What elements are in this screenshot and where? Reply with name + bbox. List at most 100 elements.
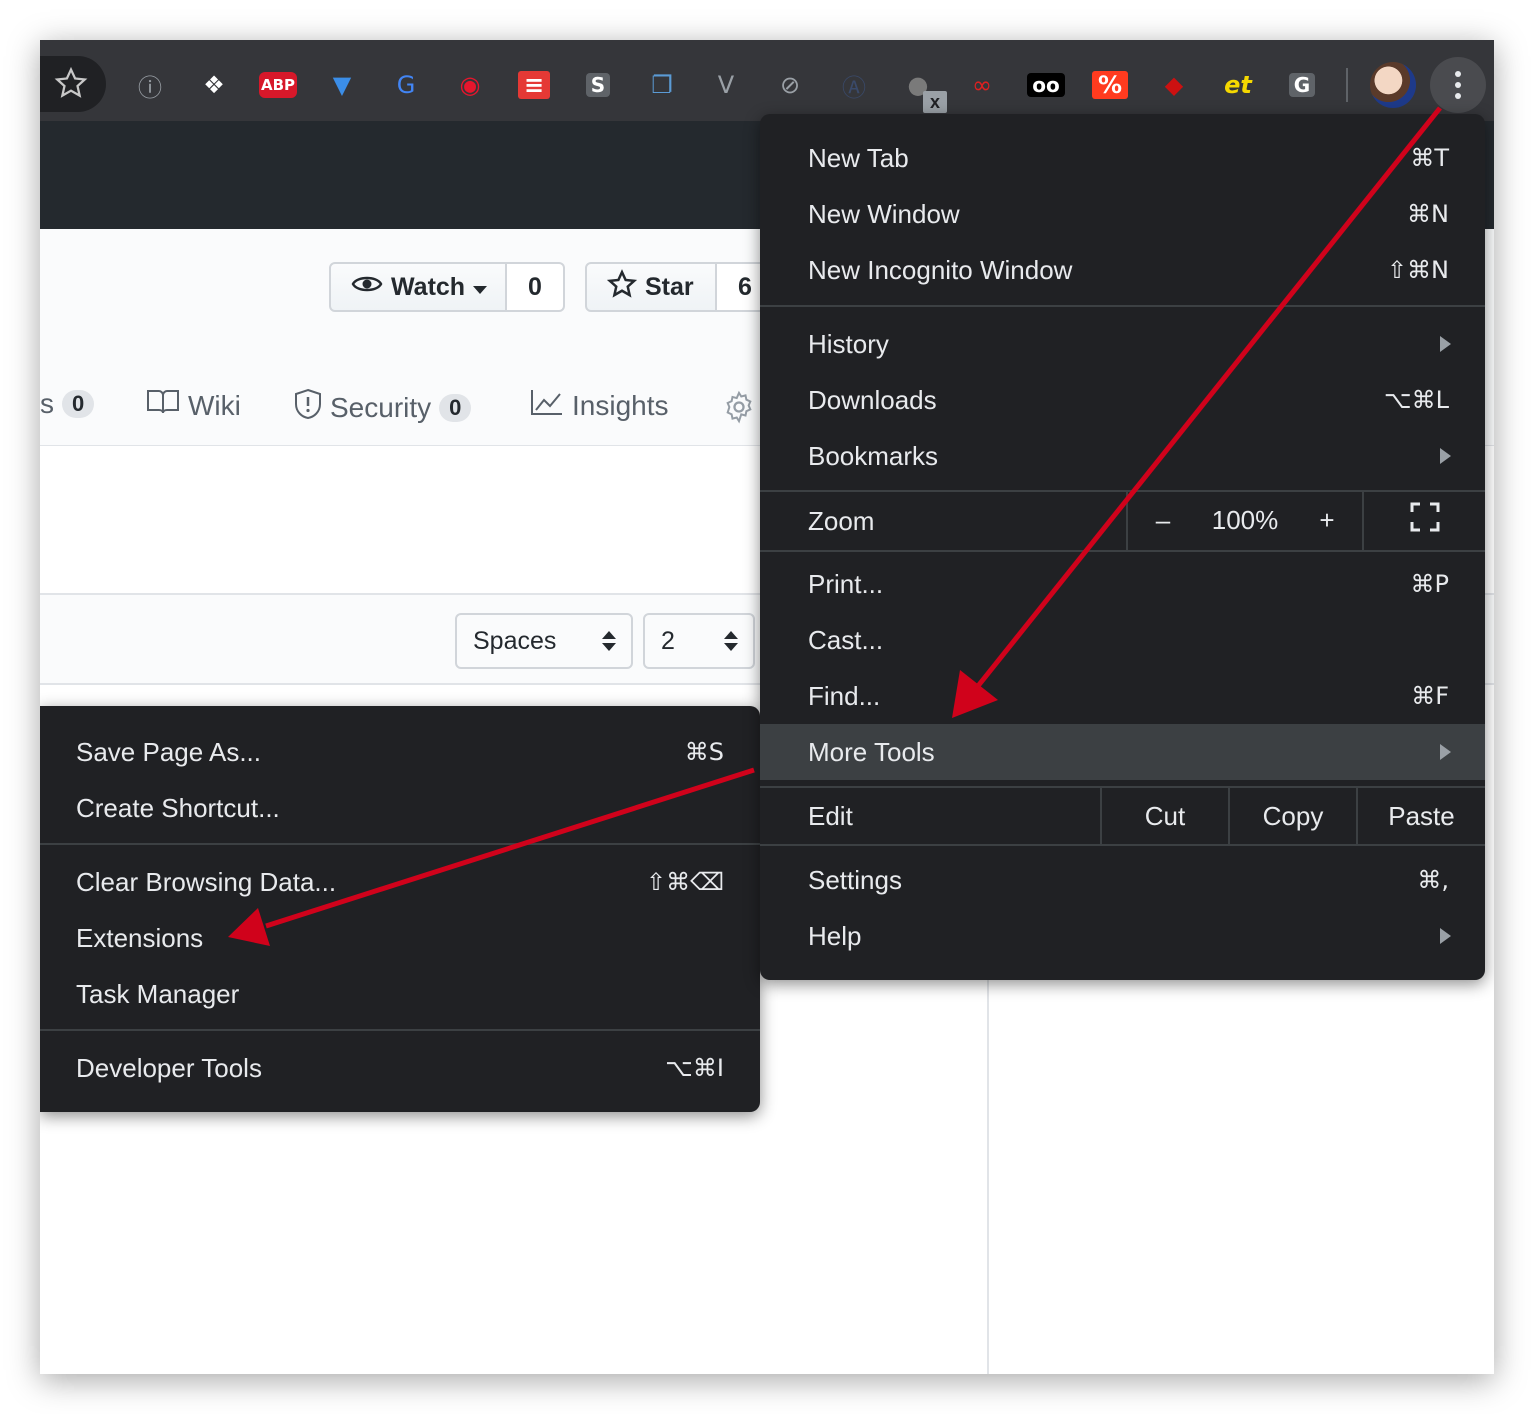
content-divider <box>987 980 989 1374</box>
copy-button[interactable]: Copy <box>1230 788 1356 844</box>
menu-item-developer-tools[interactable]: Developer Tools ⌥⌘I <box>40 1040 760 1096</box>
updown-arrows-icon <box>723 629 739 653</box>
tab-wiki[interactable]: Wiki <box>146 388 241 423</box>
g-box-icon[interactable]: G <box>1285 68 1319 102</box>
extension-glyph: S <box>585 73 611 97</box>
tab-insights[interactable]: Insights <box>530 388 669 423</box>
menu-separator <box>760 305 1485 307</box>
vue-icon[interactable]: V <box>709 68 743 102</box>
menu-shortcut: ⌥⌘I <box>665 1054 724 1082</box>
abp-icon[interactable]: ABP <box>258 68 298 102</box>
menu-shortcut: ⇧⌘N <box>1386 256 1449 284</box>
toolbar-divider <box>1346 68 1348 102</box>
windows-stack-icon[interactable]: ❐ <box>645 68 679 102</box>
menu-label: Print... <box>808 568 884 599</box>
et-icon[interactable]: et <box>1221 68 1255 102</box>
menu-item-history[interactable]: History <box>760 316 1485 372</box>
watch-count[interactable]: 0 <box>507 262 565 312</box>
chrome-menu-button[interactable] <box>1430 57 1486 113</box>
profile-avatar[interactable] <box>1370 62 1416 108</box>
tab-issues[interactable]: s 0 <box>40 388 95 420</box>
extension-glyph: ◉ <box>459 71 481 99</box>
extension-glyph: % <box>1091 71 1129 99</box>
block-icon[interactable]: ⊘ <box>773 68 807 102</box>
menu-label: Extensions <box>76 922 204 953</box>
menu-item-cast[interactable]: Cast... <box>760 612 1485 668</box>
menu-item-settings[interactable]: Settings ⌘, <box>760 852 1485 908</box>
menu-item-help[interactable]: Help <box>760 908 1485 964</box>
menu-label: Settings <box>808 864 902 895</box>
weibo-icon[interactable]: ◉ <box>453 68 487 102</box>
menu-item-downloads[interactable]: Downloads ⌥⌘L <box>760 372 1485 428</box>
menu-item-new-tab[interactable]: New Tab ⌘T <box>760 130 1485 186</box>
spy-glasses-icon[interactable]: oo <box>1027 68 1065 102</box>
extension-badge: x <box>923 91 947 113</box>
eye-icon <box>351 272 383 303</box>
menu-label: Help <box>808 920 862 951</box>
watch-button[interactable]: Watch <box>329 262 507 312</box>
menu-shortcut: ⌘P <box>1410 570 1449 598</box>
s-box-icon[interactable]: S <box>581 68 615 102</box>
submenu-arrow-icon <box>1440 744 1451 760</box>
indent-size-select[interactable]: 2 <box>643 613 755 669</box>
menu-item-create-shortcut[interactable]: Create Shortcut... <box>40 780 760 836</box>
menu-label: New Window <box>808 198 960 229</box>
indent-mode-select[interactable]: Spaces <box>455 613 633 669</box>
menu-separator <box>40 843 760 845</box>
menu-item-extensions[interactable]: Extensions <box>40 910 760 966</box>
extension-glyph: ▼ <box>332 71 352 99</box>
shield-icon <box>294 388 322 427</box>
extension-glyph: ◆ <box>1164 71 1184 99</box>
menu-label: Find... <box>808 680 881 711</box>
extension-glyph: Ⓐ <box>842 73 866 102</box>
graph-icon <box>530 388 564 423</box>
menu-label: More Tools <box>808 736 935 767</box>
menu-separator <box>40 1029 760 1031</box>
menu-label: History <box>808 328 889 359</box>
diamond-grid-icon[interactable]: ❖ <box>197 68 231 102</box>
menu-shortcut: ⌘S <box>684 738 724 766</box>
menu-item-save-page-as[interactable]: Save Page As... ⌘S <box>40 724 760 780</box>
translate-icon[interactable]: G <box>389 68 423 102</box>
percent-tag-icon[interactable]: % <box>1091 68 1129 102</box>
bookmark-star-icon[interactable] <box>54 66 88 105</box>
cut-button[interactable]: Cut <box>1102 788 1228 844</box>
info-circle-icon[interactable]: ⓘ <box>133 68 167 102</box>
menu-item-clear-browsing-data[interactable]: Clear Browsing Data... ⇧⌘⌫ <box>40 854 760 910</box>
menu-label: Downloads <box>808 384 937 415</box>
star-outline-icon <box>606 268 638 306</box>
menu-item-new-incognito-window[interactable]: New Incognito Window ⇧⌘N <box>760 242 1485 298</box>
ruby-icon[interactable]: ◆ <box>1157 68 1191 102</box>
menu-shortcut: ⌥⌘L <box>1383 386 1449 414</box>
star-label: Star <box>645 272 694 301</box>
menu-item-task-manager[interactable]: Task Manager <box>40 966 760 1022</box>
menu-item-print[interactable]: Print... ⌘P <box>760 556 1485 612</box>
tab-insights-label: Insights <box>572 389 669 421</box>
menu-item-more-tools[interactable]: More Tools <box>760 724 1485 780</box>
extension-glyph: ABP <box>258 72 298 98</box>
menu-item-find[interactable]: Find... ⌘F <box>760 668 1485 724</box>
paste-button[interactable]: Paste <box>1358 788 1485 844</box>
submenu-arrow-icon <box>1440 448 1451 464</box>
submenu-arrow-icon <box>1440 336 1451 352</box>
tab-security[interactable]: Security 0 <box>294 388 472 427</box>
menu-label: Clear Browsing Data... <box>76 866 337 897</box>
menu-item-bookmarks[interactable]: Bookmarks <box>760 428 1485 484</box>
zoom-in-button[interactable]: + <box>1292 492 1362 548</box>
tab-settings-gear-icon[interactable] <box>722 390 756 424</box>
red-infinity-icon[interactable]: ∞ <box>965 68 999 102</box>
gem-shield-icon[interactable]: ▼ <box>325 68 359 102</box>
red-notes-icon[interactable]: ≡ <box>517 68 551 102</box>
menu-label: Cast... <box>808 624 884 655</box>
menu-label: New Incognito Window <box>808 254 1073 285</box>
extension-glyph: ≡ <box>517 71 551 99</box>
extension-glyph: V <box>717 71 735 99</box>
caret-down-icon <box>473 273 488 302</box>
star-button[interactable]: Star <box>585 262 717 312</box>
a-circle-icon[interactable]: Ⓐ <box>837 68 871 102</box>
fullscreen-button[interactable] <box>1364 492 1485 548</box>
menu-item-new-window[interactable]: New Window ⌘N <box>760 186 1485 242</box>
watch-label: Watch <box>391 272 466 301</box>
extension-glyph: ❐ <box>651 71 673 99</box>
zoom-out-button[interactable]: – <box>1128 492 1198 548</box>
